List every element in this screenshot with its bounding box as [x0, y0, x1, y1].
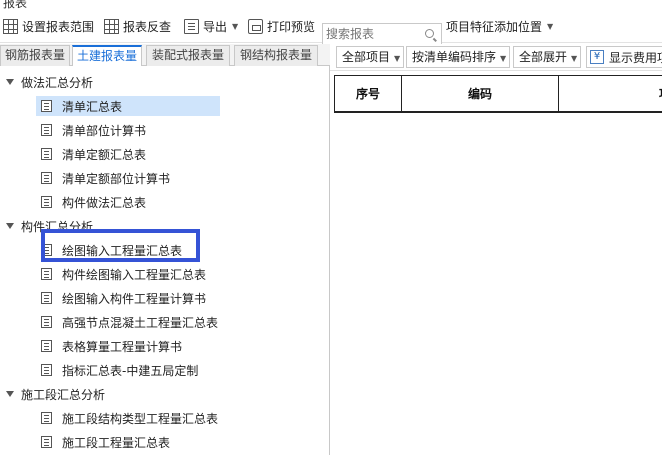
tree-item-label: 施工段工程量汇总表	[62, 435, 171, 450]
report-document-icon	[41, 196, 52, 208]
tree-item-label: 构件做法汇总表	[62, 195, 147, 210]
column-header-code[interactable]: 编码	[402, 76, 559, 112]
tree-group-practice-summary[interactable]: 做法汇总分析	[6, 72, 93, 92]
expand-arrow-icon[interactable]	[6, 79, 14, 85]
expand-all-dropdown[interactable]: 全部展开 ▼	[513, 46, 581, 68]
sort-by-code-label: 按清单编码排序	[412, 50, 497, 64]
report-document-icon	[41, 292, 52, 304]
window-title: 报表	[3, 0, 28, 9]
tree-item-section-quantity-summary[interactable]: 施工段工程量汇总表	[41, 432, 170, 452]
search-box[interactable]	[322, 23, 442, 45]
tree-item-label: 清单部位计算书	[62, 123, 147, 138]
export-icon	[184, 18, 199, 34]
tree-item-label: 清单定额汇总表	[62, 147, 147, 162]
tree-group-label: 施工段汇总分析	[21, 387, 106, 402]
all-items-label: 全部项目	[342, 50, 391, 64]
tree-item-label: 指标汇总表-中建五局定制	[62, 363, 199, 378]
tree-group-label: 做法汇总分析	[21, 75, 94, 90]
print-preview-label: 打印预览	[267, 19, 316, 34]
search-input[interactable]	[323, 24, 419, 44]
tree-item-bill-location-calc[interactable]: 清单部位计算书	[41, 120, 146, 140]
export-button[interactable]: 导出 ▼	[184, 17, 238, 35]
report-document-icon	[41, 364, 52, 376]
report-document-icon	[41, 412, 52, 424]
report-tree-panel: 做法汇总分析 清单汇总表 清单部位计算书 清单定额汇总表 清单定额部位计算书 构…	[0, 66, 330, 455]
add-feature-position-dropdown[interactable]: 项目特征添加位置 ▼	[446, 17, 553, 35]
export-label: 导出	[203, 19, 228, 34]
chevron-down-icon: ▼	[394, 54, 401, 63]
report-document-icon	[41, 268, 52, 280]
tree-item-table-quantity-calc[interactable]: 表格算量工程量计算书	[41, 336, 182, 356]
grid-icon	[3, 18, 18, 34]
sort-by-code-dropdown[interactable]: 按清单编码排序 ▼	[406, 46, 510, 68]
chevron-down-icon: ▼	[547, 21, 554, 31]
chevron-down-icon: ▼	[571, 54, 578, 63]
report-document-icon	[41, 124, 52, 136]
set-range-button[interactable]: 设置报表范围	[3, 17, 94, 35]
expand-arrow-icon[interactable]	[6, 391, 14, 397]
tab-prefab-report[interactable]: 装配式报表量	[146, 45, 230, 66]
tree-item-label: 清单定额部位计算书	[62, 171, 171, 186]
tree-item-high-strength-node-concrete-summary[interactable]: 高强节点混凝土工程量汇总表	[41, 312, 218, 332]
tree-item-label: 高强节点混凝土工程量汇总表	[62, 315, 219, 330]
tree-item-label: 绘图输入构件工程量计算书	[62, 291, 207, 306]
tab-steel-structure-report[interactable]: 钢结构报表量	[234, 45, 318, 66]
print-preview-button[interactable]: 打印预览	[248, 17, 315, 35]
report-document-icon	[41, 172, 52, 184]
add-feature-position-label: 项目特征添加位置	[446, 19, 543, 34]
window-title-bar: 报表	[0, 0, 662, 9]
report-document-icon	[41, 436, 52, 448]
report-document-icon	[41, 340, 52, 352]
tab-civil-report[interactable]: 土建报表量	[72, 45, 142, 67]
table-icon	[104, 18, 119, 34]
report-tabs: 钢筋报表量 土建报表量 装配式报表量 钢结构报表量	[0, 44, 330, 67]
tree-item-index-summary-custom[interactable]: 指标汇总表-中建五局定制	[41, 360, 198, 380]
set-range-label: 设置报表范围	[22, 19, 95, 34]
tree-item-component-practice-summary[interactable]: 构件做法汇总表	[41, 192, 146, 212]
chevron-down-icon: ▼	[232, 21, 239, 31]
tree-item-bill-quota-location-calc[interactable]: 清单定额部位计算书	[41, 168, 170, 188]
chevron-down-icon: ▼	[500, 54, 507, 63]
report-document-icon	[41, 100, 52, 112]
annotation-highlight-box	[41, 229, 200, 262]
show-fee-label: 显示费用项	[609, 50, 662, 65]
tree-item-label: 施工段结构类型工程量汇总表	[62, 411, 219, 426]
printer-icon	[248, 18, 263, 34]
tree-item-drawing-input-component-calc[interactable]: 绘图输入构件工程量计算书	[41, 288, 206, 308]
column-header-index[interactable]: 序号	[335, 76, 402, 112]
tree-item-label: 清单汇总表	[62, 99, 123, 114]
reverse-check-label: 报表反查	[123, 19, 172, 34]
all-items-dropdown[interactable]: 全部项目 ▼	[336, 46, 404, 68]
tree-item-bill-quota-summary[interactable]: 清单定额汇总表	[41, 144, 146, 164]
column-header-item[interactable]: 项	[559, 76, 662, 112]
yen-icon: ¥	[590, 50, 604, 64]
search-icon[interactable]	[425, 29, 434, 38]
tree-item-component-drawing-input-summary[interactable]: 构件绘图输入工程量汇总表	[41, 264, 206, 284]
report-document-icon	[41, 316, 52, 328]
tree-item-label: 表格算量工程量计算书	[62, 339, 183, 354]
expand-all-label: 全部展开	[519, 50, 568, 64]
expand-arrow-icon[interactable]	[6, 223, 14, 229]
tree-item-section-structure-type-summary[interactable]: 施工段结构类型工程量汇总表	[41, 408, 218, 428]
main-toolbar: 设置报表范围 报表反查 导出 ▼ 打印预览 项目特征添加位置 ▼	[0, 9, 662, 45]
report-view-toolbar: 全部项目▼ 按清单编码排序▼ 全部展开▼ ¥ 显示费用项	[330, 44, 662, 71]
tab-rebar-report[interactable]: 钢筋报表量	[0, 45, 70, 66]
show-fee-button[interactable]: ¥ 显示费用项	[586, 46, 662, 68]
tree-item-label: 构件绘图输入工程量汇总表	[62, 267, 207, 282]
reverse-check-button[interactable]: 报表反查	[104, 17, 171, 35]
tree-item-bill-summary[interactable]: 清单汇总表	[41, 96, 122, 116]
tree-group-construction-section-summary[interactable]: 施工段汇总分析	[6, 384, 105, 404]
report-table-header: 序号 编码 项	[334, 75, 662, 113]
report-document-icon	[41, 148, 52, 160]
